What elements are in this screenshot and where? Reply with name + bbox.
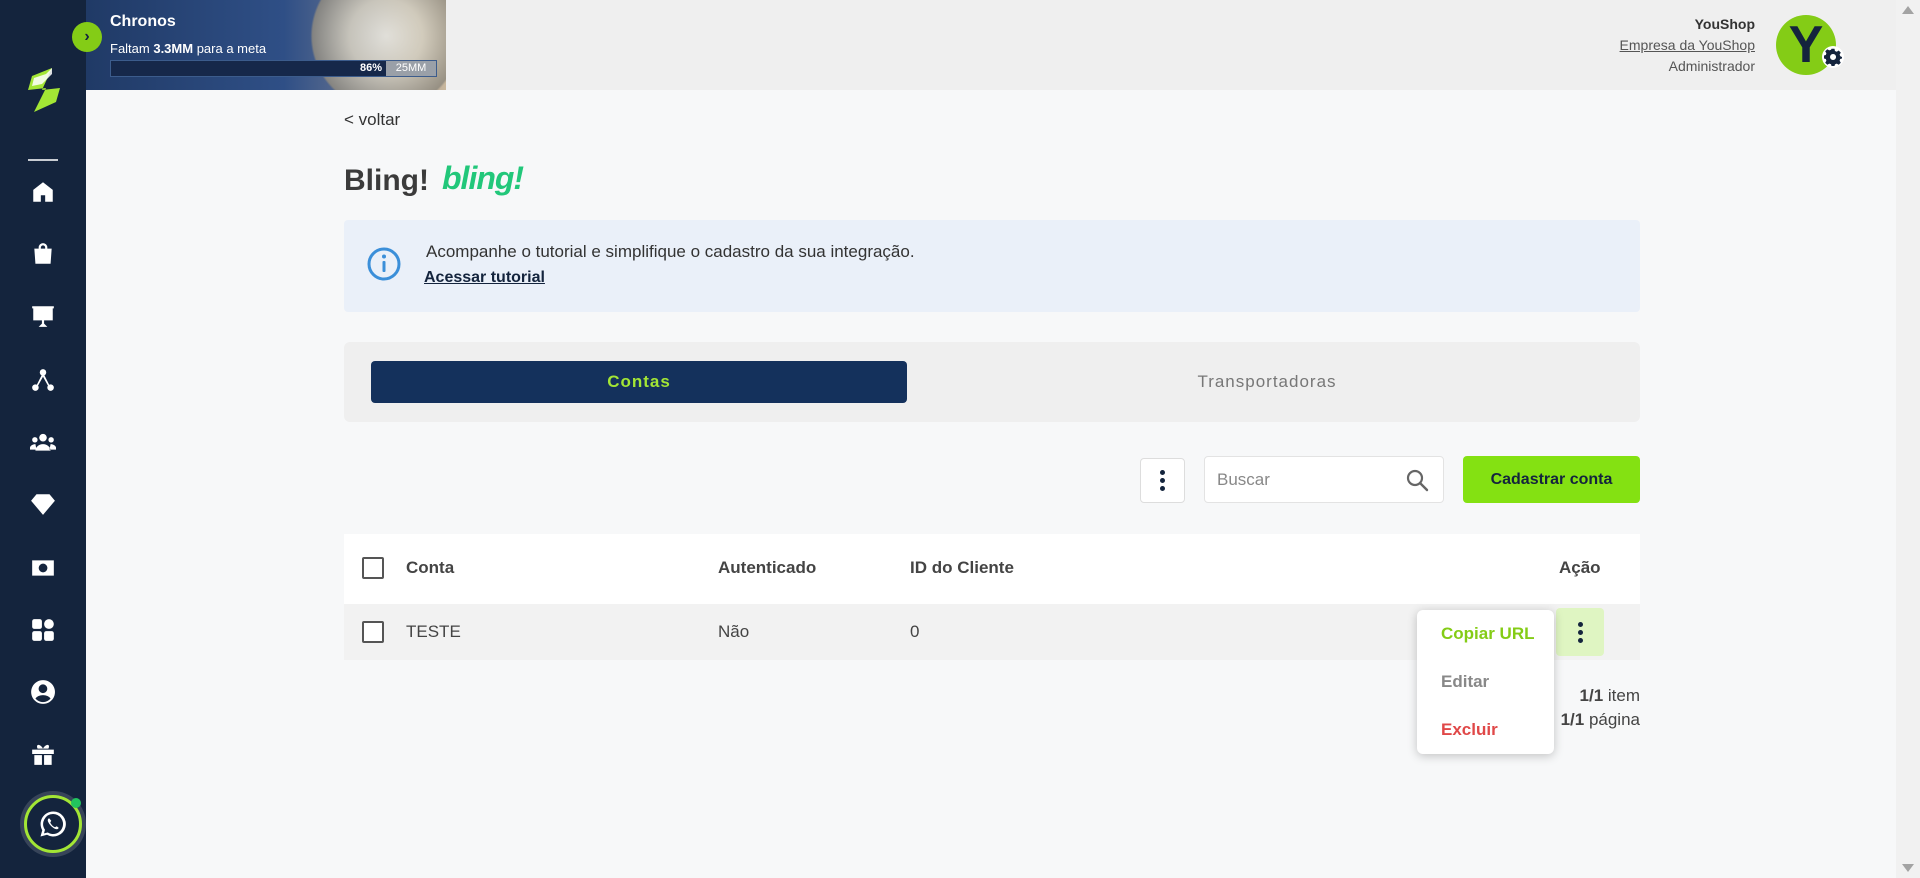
sidebar-item-reports[interactable]	[29, 302, 57, 330]
home-icon	[33, 182, 53, 202]
users-icon	[30, 433, 56, 451]
sidebar-item-shop[interactable]	[29, 240, 57, 268]
bling-logo: bling!	[442, 160, 524, 196]
header-autenticado[interactable]: Autenticado	[718, 558, 816, 578]
row-checkbox[interactable]	[362, 621, 384, 643]
menu-item-delete[interactable]: Excluir	[1441, 720, 1498, 740]
online-status-dot	[71, 798, 81, 808]
whatsapp-icon	[40, 811, 66, 837]
tab-contas[interactable]: Contas	[371, 361, 907, 403]
pages-count: 1/1 página	[1560, 710, 1640, 729]
menu-item-copy-url[interactable]: Copiar URL	[1441, 624, 1535, 644]
sidebar-item-network[interactable]	[29, 366, 57, 394]
money-icon	[32, 560, 54, 576]
search-box	[1204, 456, 1444, 503]
more-vertical-icon	[1160, 470, 1165, 491]
whatsapp-button[interactable]	[24, 795, 82, 853]
banner-expand-button[interactable]: ›	[72, 22, 102, 52]
sidebar-item-profile[interactable]	[29, 678, 57, 706]
sidebar	[0, 0, 86, 878]
banner-title: Chronos	[110, 13, 176, 30]
row-actions-button[interactable]	[1556, 608, 1604, 656]
gift-icon	[32, 744, 54, 765]
user-company-link[interactable]: Empresa da YouShop	[1620, 35, 1755, 56]
info-icon	[367, 247, 401, 281]
scroll-up-arrow[interactable]	[1902, 6, 1914, 14]
add-account-button[interactable]: Cadastrar conta	[1463, 456, 1640, 503]
progress-fill	[111, 61, 391, 76]
tutorial-info-box: Acompanhe o tutorial e simplifique o cad…	[344, 220, 1640, 312]
sidebar-item-home[interactable]	[29, 178, 57, 206]
tutorial-link[interactable]: Acessar tutorial	[424, 269, 545, 287]
pagination-info: 1/1 item 1/1 página	[1561, 684, 1640, 732]
network-icon	[32, 369, 54, 391]
cell-autenticado: Não	[718, 622, 750, 641]
settings-button[interactable]	[1822, 46, 1844, 68]
header-id-cliente[interactable]: ID do Cliente	[910, 558, 1014, 578]
progress-percent: 86%	[359, 62, 382, 74]
progress-goal: 25MM	[386, 61, 436, 76]
sidebar-item-rewards[interactable]	[29, 740, 57, 768]
chevron-right-icon: ›	[84, 28, 90, 45]
user-circle-icon	[31, 680, 55, 704]
sidebar-item-apps[interactable]	[29, 616, 57, 644]
back-link[interactable]: < voltar	[344, 110, 400, 130]
search-icon[interactable]	[1405, 468, 1429, 492]
diamond-icon	[31, 494, 55, 515]
gear-icon	[1824, 48, 1842, 66]
sidebar-divider	[28, 159, 58, 161]
table-header: Conta Autenticado ID do Cliente Ação	[344, 534, 1640, 604]
select-all-checkbox[interactable]	[362, 557, 384, 579]
scroll-down-arrow[interactable]	[1902, 864, 1914, 872]
sidebar-item-finance[interactable]	[29, 554, 57, 582]
page-scrollbar[interactable]	[1896, 0, 1920, 878]
shopping-bag-icon	[34, 243, 52, 264]
search-input[interactable]	[1217, 457, 1397, 502]
sidebar-item-premium[interactable]	[29, 490, 57, 518]
cell-conta: TESTE	[406, 622, 461, 641]
items-count: 1/1 item	[1579, 686, 1640, 705]
tutorial-text: Acompanhe o tutorial e simplifique o cad…	[426, 242, 915, 261]
page-title: Bling!	[344, 164, 429, 197]
user-role: Administrador	[1668, 58, 1755, 74]
banner-subtitle: Faltam 3.3MM para a meta	[110, 41, 267, 56]
header-acao: Ação	[1559, 558, 1601, 577]
row-actions-menu: Copiar URL Editar Excluir	[1417, 610, 1554, 754]
user-name: YouShop	[1694, 16, 1755, 32]
app-logo[interactable]	[22, 66, 64, 116]
tab-transportadoras[interactable]: Transportadoras	[922, 361, 1612, 403]
header-conta[interactable]: Conta	[406, 558, 454, 578]
user-info: YouShop Empresa da YouShop Administrador	[1620, 14, 1755, 77]
more-options-button[interactable]	[1140, 458, 1185, 503]
sidebar-item-team[interactable]	[29, 428, 57, 456]
menu-item-edit[interactable]: Editar	[1441, 672, 1489, 692]
tabs-bar: Contas Transportadoras	[344, 342, 1640, 422]
more-vertical-icon	[1577, 621, 1583, 643]
goal-progress-bar: 86% 25MM	[110, 60, 437, 77]
presentation-chart-icon	[32, 306, 54, 327]
cell-id-cliente: 0	[910, 622, 920, 641]
grid-icon	[32, 619, 54, 641]
